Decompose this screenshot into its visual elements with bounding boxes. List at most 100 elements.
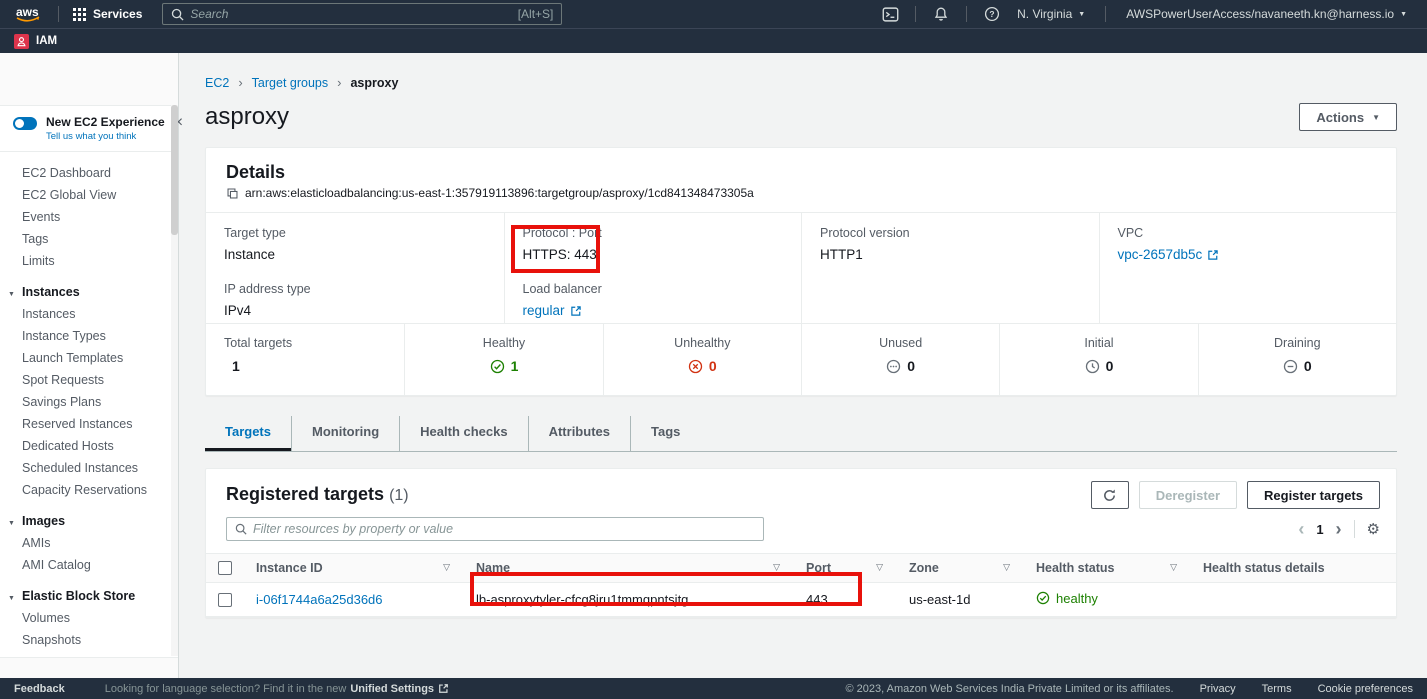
target-port: 443: [806, 592, 828, 607]
chevron-down-icon: ▼: [1400, 11, 1407, 18]
instance-id-link[interactable]: i-06f1744a6a25d36d6: [256, 592, 383, 607]
column-header-zone[interactable]: Zone: [909, 561, 939, 575]
ec2-sidebar: New EC2 Experience Tell us what you thin…: [0, 53, 179, 678]
account-menu[interactable]: AWSPowerUserAccess/navaneeth.kn@harness.…: [1116, 7, 1417, 21]
sidebar-scrollbar[interactable]: [171, 105, 178, 656]
ip-address-type-value: IPv4: [224, 303, 486, 319]
actions-button[interactable]: Actions ▼: [1299, 103, 1397, 131]
sidebar-item-dedicated-hosts[interactable]: Dedicated Hosts: [0, 435, 178, 457]
sidebar-item-spot-requests[interactable]: Spot Requests: [0, 369, 178, 391]
sidebar-item-snapshots[interactable]: Snapshots: [0, 629, 178, 651]
tab-attributes[interactable]: Attributes: [528, 416, 630, 451]
sort-icon[interactable]: ▽: [443, 563, 452, 573]
main-content: EC2 › Target groups › asproxy asproxy Ac…: [179, 53, 1427, 678]
notifications-bell-icon[interactable]: [926, 3, 956, 25]
new-experience-toggle[interactable]: [13, 117, 37, 130]
sidebar-item-ec2-global-view[interactable]: EC2 Global View: [0, 184, 178, 206]
refresh-button[interactable]: [1091, 481, 1129, 509]
sidebar-item-ami-catalog[interactable]: AMI Catalog: [0, 554, 178, 576]
sidebar-item-tags[interactable]: Tags: [0, 228, 178, 250]
search-input[interactable]: [190, 7, 511, 21]
cookie-preferences-link[interactable]: Cookie preferences: [1318, 683, 1413, 695]
table-settings-gear-icon[interactable]: ⚙: [1367, 520, 1380, 538]
tab-tags[interactable]: Tags: [630, 416, 700, 451]
sidebar-item-launch-templates[interactable]: Launch Templates: [0, 347, 178, 369]
sort-icon[interactable]: ▽: [773, 563, 782, 573]
sidebar-item-capacity-reservations[interactable]: Capacity Reservations: [0, 479, 178, 501]
sidebar-section-elastic-block-store[interactable]: ▼Elastic Block Store: [0, 585, 178, 607]
load-balancer-link[interactable]: regular: [523, 303, 582, 319]
breadcrumb-ec2[interactable]: EC2: [205, 76, 229, 90]
feedback-link[interactable]: Feedback: [14, 683, 65, 695]
sidebar-item-savings-plans[interactable]: Savings Plans: [0, 391, 178, 413]
select-all-checkbox[interactable]: [218, 561, 232, 575]
sidebar-item-reserved-instances[interactable]: Reserved Instances: [0, 413, 178, 435]
tab-monitoring[interactable]: Monitoring: [291, 416, 399, 451]
sidebar-item-limits[interactable]: Limits: [0, 250, 178, 272]
stat-unused: Unused 0: [801, 324, 999, 395]
target-type-value: Instance: [224, 247, 486, 263]
search-bar[interactable]: [Alt+S]: [162, 3, 562, 25]
sidebar-item-scheduled-instances[interactable]: Scheduled Instances: [0, 457, 178, 479]
stat-draining: Draining 0: [1198, 324, 1396, 395]
column-header-health-status[interactable]: Health status: [1036, 561, 1115, 575]
details-panel: Details arn:aws:elasticloadbalancing:us-…: [205, 147, 1397, 396]
sort-icon[interactable]: ▽: [876, 563, 885, 573]
copy-icon[interactable]: [226, 187, 239, 200]
filter-input[interactable]: [253, 522, 755, 536]
tab-targets[interactable]: Targets: [205, 416, 291, 451]
services-menu[interactable]: Services: [69, 7, 146, 21]
sidebar-section-images[interactable]: ▼Images: [0, 510, 178, 532]
column-header-port[interactable]: Port: [806, 561, 831, 575]
search-icon: [235, 523, 247, 535]
privacy-link[interactable]: Privacy: [1200, 683, 1236, 695]
table-row: i-06f1744a6a25d36d6 lb-asproxytyler-cfcg…: [206, 583, 1396, 617]
sidebar-item-amis[interactable]: AMIs: [0, 532, 178, 554]
sidebar-item-volumes[interactable]: Volumes: [0, 607, 178, 629]
iam-service-icon[interactable]: [14, 34, 29, 49]
chevron-down-icon: ▼: [1372, 113, 1380, 122]
sidebar-section-instances[interactable]: ▼Instances: [0, 281, 178, 303]
region-selector[interactable]: N. Virginia ▼: [1007, 7, 1095, 21]
cloudshell-icon[interactable]: [875, 3, 905, 25]
filter-box[interactable]: [226, 517, 764, 541]
next-page-icon[interactable]: ›: [1336, 521, 1342, 537]
iam-favorite-link[interactable]: IAM: [36, 35, 57, 47]
help-icon[interactable]: ?: [977, 3, 1007, 25]
vpc-link[interactable]: vpc-2657db5c: [1118, 247, 1220, 263]
pager-divider: [1354, 520, 1355, 538]
sidebar-bottom-strip: [0, 657, 178, 678]
column-header-health-status-details: Health status details: [1203, 561, 1325, 575]
previous-page-icon[interactable]: ‹: [1298, 521, 1304, 537]
pagination: ‹ 1 › ⚙: [1298, 520, 1380, 538]
row-checkbox[interactable]: [218, 593, 232, 607]
new-experience-title: New EC2 Experience: [46, 115, 165, 129]
chevron-down-icon: ▼: [1078, 11, 1085, 18]
sidebar-item-instance-types[interactable]: Instance Types: [0, 325, 178, 347]
tell-us-link[interactable]: Tell us what you think: [46, 131, 165, 142]
breadcrumb-target-groups[interactable]: Target groups: [252, 76, 328, 90]
x-circle-icon: [688, 359, 703, 374]
deregister-button[interactable]: Deregister: [1139, 481, 1237, 509]
sidebar-item-instances[interactable]: Instances: [0, 303, 178, 325]
sidebar-item-ec2-dashboard[interactable]: EC2 Dashboard: [0, 162, 178, 184]
unified-settings-link[interactable]: Unified Settings: [350, 683, 434, 695]
topbar-divider: [966, 6, 967, 22]
tab-health-checks[interactable]: Health checks: [399, 416, 527, 451]
field-label: IP address type: [224, 282, 486, 296]
column-header-instance-id[interactable]: Instance ID: [256, 561, 323, 575]
stat-healthy: Healthy 1: [404, 324, 602, 395]
register-targets-button[interactable]: Register targets: [1247, 481, 1380, 509]
chevron-down-icon: ▼: [8, 592, 15, 606]
page-number[interactable]: 1: [1316, 522, 1323, 537]
column-header-name[interactable]: Name: [476, 561, 510, 575]
sort-icon[interactable]: ▽: [1170, 563, 1179, 573]
aws-logo[interactable]: aws: [14, 4, 48, 24]
stat-initial: Initial 0: [999, 324, 1197, 395]
sort-icon[interactable]: ▽: [1003, 563, 1012, 573]
details-column-2: Protocol : Port HTTPS: 443 Load balancer…: [504, 213, 802, 323]
health-status-badge: healthy: [1036, 591, 1098, 606]
terms-link[interactable]: Terms: [1262, 683, 1292, 695]
field-label: Target type: [224, 226, 486, 240]
sidebar-item-events[interactable]: Events: [0, 206, 178, 228]
